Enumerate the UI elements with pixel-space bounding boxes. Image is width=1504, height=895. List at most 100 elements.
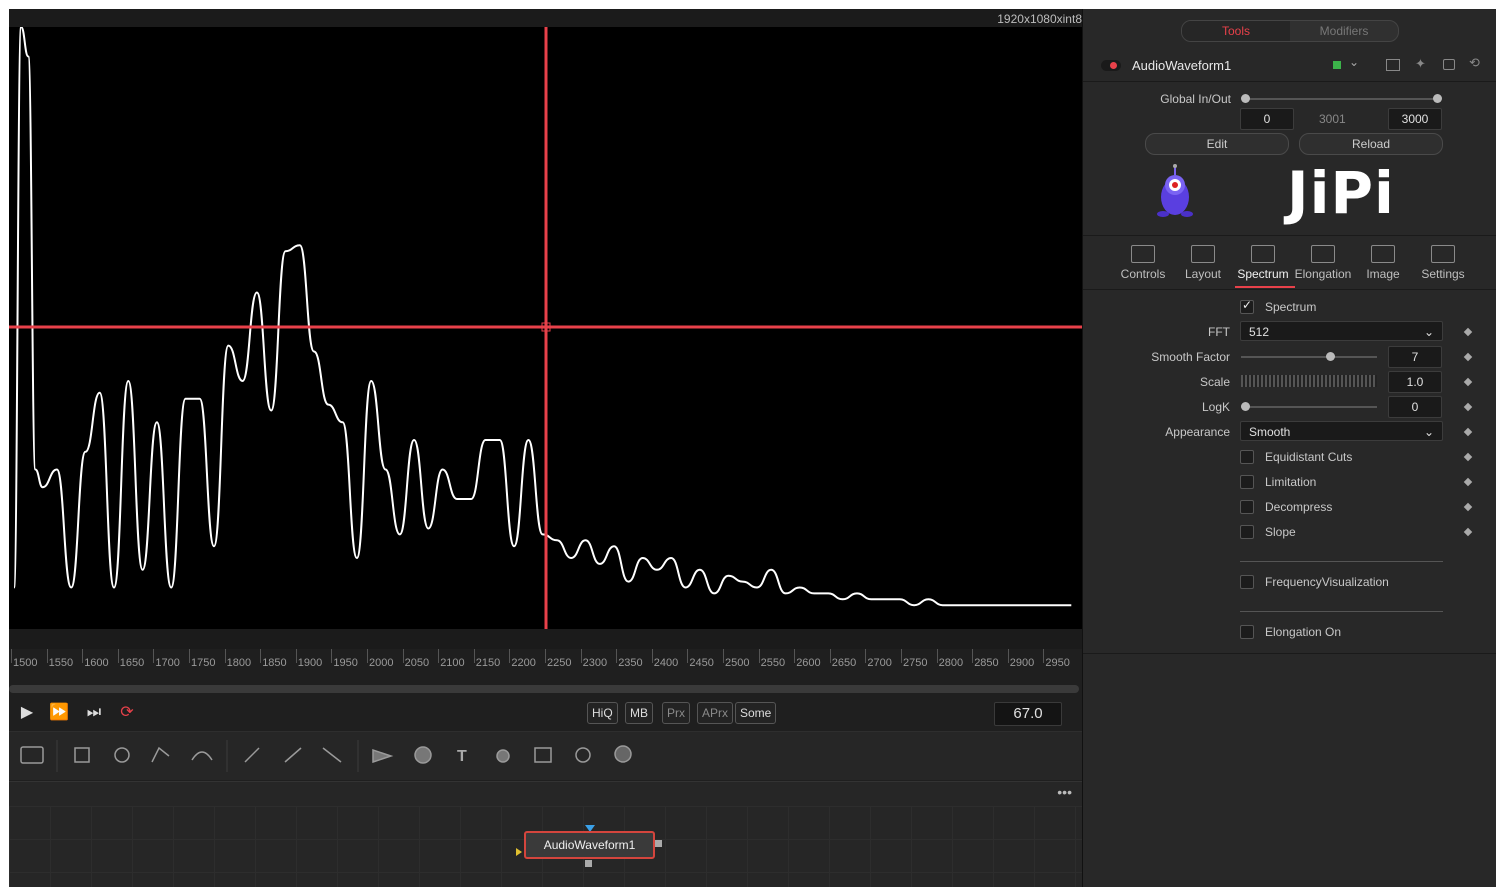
keyframe-diamond-icon[interactable] bbox=[1463, 377, 1473, 387]
logk-slider[interactable] bbox=[1241, 406, 1377, 408]
ruler-tick bbox=[295, 649, 297, 663]
tool-toolbar: T bbox=[9, 731, 1082, 780]
tab-modifiers[interactable]: Modifiers bbox=[1290, 21, 1398, 41]
more-options-icon[interactable]: ••• bbox=[1057, 784, 1072, 800]
smooth-factor-field[interactable]: 7 bbox=[1388, 346, 1442, 368]
quality-button-prx[interactable]: Prx bbox=[662, 702, 690, 724]
keyframe-diamond-icon[interactable] bbox=[1463, 427, 1473, 437]
keyframe-diamond-icon[interactable] bbox=[1463, 327, 1473, 337]
slope-checkbox[interactable] bbox=[1240, 525, 1254, 539]
keyframe-diamond-icon[interactable] bbox=[1463, 402, 1473, 412]
spectrum-checkbox[interactable]: ✓ bbox=[1240, 298, 1254, 314]
reset-icon[interactable]: ⟲ bbox=[1469, 55, 1480, 71]
tab-spectrum[interactable]: Spectrum bbox=[1233, 241, 1293, 289]
ruler-tick bbox=[580, 649, 582, 663]
loop-icon[interactable]: ⟳ bbox=[117, 704, 137, 722]
checkbox-label: Limitation bbox=[1265, 475, 1317, 489]
appearance-value: Smooth bbox=[1249, 425, 1291, 439]
ruler-tick bbox=[1007, 649, 1009, 663]
keyframe-diamond-icon[interactable] bbox=[1463, 452, 1473, 462]
versions-icon[interactable] bbox=[1386, 59, 1400, 71]
global-inout-slider[interactable] bbox=[1245, 98, 1438, 100]
keyframe-diamond-icon[interactable] bbox=[1463, 527, 1473, 537]
global-duration: 3001 bbox=[1319, 112, 1346, 126]
tab-settings[interactable]: Settings bbox=[1413, 241, 1473, 289]
ruler-tick bbox=[758, 649, 760, 663]
tab-label: Image bbox=[1366, 267, 1400, 281]
ruler-tick-label: 2900 bbox=[1009, 657, 1035, 669]
chevron-down-icon[interactable]: ⌄ bbox=[1349, 55, 1359, 69]
viewer-canvas[interactable] bbox=[9, 25, 1082, 629]
polygon-mask-icon bbox=[151, 746, 170, 763]
quality-button-hiq[interactable]: HiQ bbox=[587, 702, 618, 724]
scale-thumbwheel[interactable] bbox=[1241, 375, 1377, 387]
checkbox-label: Decompress bbox=[1265, 500, 1333, 514]
tab-tools[interactable]: Tools bbox=[1182, 21, 1290, 41]
keyframe-diamond-icon[interactable] bbox=[1463, 352, 1473, 362]
global-in-knob[interactable] bbox=[1241, 94, 1250, 103]
appearance-label: Appearance bbox=[1165, 425, 1230, 439]
light3d-icon bbox=[575, 747, 591, 763]
equidistant-cuts-checkbox[interactable] bbox=[1240, 450, 1254, 464]
elongation-tab-icon bbox=[1311, 245, 1335, 263]
global-out-knob[interactable] bbox=[1433, 94, 1442, 103]
ruler-tick-label: 2050 bbox=[404, 657, 430, 669]
appearance-select[interactable]: Smooth ⌄ bbox=[1240, 421, 1443, 441]
fast-forward-icon[interactable]: ⏩ bbox=[49, 704, 69, 722]
time-scrubber[interactable] bbox=[9, 685, 1079, 693]
tab-controls[interactable]: Controls bbox=[1113, 241, 1173, 289]
ruler-tick bbox=[509, 649, 511, 663]
pin-icon[interactable]: ✦ bbox=[1415, 56, 1426, 72]
node-toggle[interactable] bbox=[1101, 60, 1121, 71]
edit-button[interactable]: Edit bbox=[1145, 133, 1289, 155]
flow-area[interactable]: AudioWaveform1 bbox=[9, 806, 1082, 887]
reload-button[interactable]: Reload bbox=[1299, 133, 1443, 155]
tab-layout[interactable]: Layout bbox=[1173, 241, 1233, 289]
elongation-on-checkbox[interactable] bbox=[1240, 625, 1254, 639]
ruler-tick-label: 2650 bbox=[831, 657, 857, 669]
spectrum-plot bbox=[9, 25, 1082, 629]
quality-button-mb[interactable]: MB bbox=[625, 702, 653, 724]
lock-icon[interactable] bbox=[1443, 59, 1455, 70]
flow-node[interactable]: AudioWaveform1 bbox=[524, 831, 655, 859]
ruler-tick bbox=[224, 649, 226, 663]
current-frame-field[interactable]: 67.0 bbox=[994, 702, 1062, 726]
node-color-swatch[interactable] bbox=[1333, 61, 1341, 69]
global-out-field[interactable]: 3000 bbox=[1388, 108, 1442, 130]
fft-select[interactable]: 512 ⌄ bbox=[1240, 321, 1443, 341]
play-icon[interactable]: ▶ bbox=[17, 704, 37, 722]
ruler-tick-label: 1650 bbox=[119, 657, 145, 669]
bspline-mask-icon bbox=[191, 751, 213, 761]
smooth-factor-slider[interactable] bbox=[1241, 356, 1377, 358]
fft-value: 512 bbox=[1249, 325, 1270, 339]
node-effect-mask-icon[interactable] bbox=[585, 860, 592, 867]
scale-label: Scale bbox=[1199, 375, 1230, 389]
time-ruler[interactable]: 1500 1550 1600 1650 1700 1750 1800 1850 1900 1950… bbox=[9, 649, 1082, 679]
tab-elongation[interactable]: Elongation bbox=[1293, 241, 1353, 289]
ruler-tick bbox=[1043, 649, 1045, 663]
node-mask-input-icon[interactable] bbox=[516, 848, 522, 856]
ruler-tick bbox=[936, 649, 938, 663]
decompress-checkbox[interactable] bbox=[1240, 500, 1254, 514]
alien-mascot-icon bbox=[1157, 164, 1193, 217]
keyframe-diamond-icon[interactable] bbox=[1463, 502, 1473, 512]
limitation-checkbox[interactable] bbox=[1240, 475, 1254, 489]
global-in-field[interactable]: 0 bbox=[1240, 108, 1294, 130]
inspector-panel: Tools Modifiers AudioWaveform1 ⌄ ✦ ⟲ Glo… bbox=[1082, 9, 1496, 887]
ruler-tick-label: 2400 bbox=[653, 657, 679, 669]
skip-to-end-icon[interactable]: ⏭ bbox=[84, 704, 104, 722]
frequency-visualization-checkbox[interactable] bbox=[1240, 575, 1254, 589]
logk-field[interactable]: 0 bbox=[1388, 396, 1442, 418]
background-tool-icon bbox=[20, 746, 44, 764]
logk-knob[interactable] bbox=[1241, 402, 1250, 411]
scale-field[interactable]: 1.0 bbox=[1388, 371, 1442, 393]
quality-button-some[interactable]: Some bbox=[735, 702, 777, 724]
keyframe-diamond-icon[interactable] bbox=[1463, 477, 1473, 487]
quality-button-aprx[interactable]: APrx bbox=[697, 702, 734, 724]
tab-label: Layout bbox=[1184, 267, 1222, 281]
smooth-factor-knob[interactable] bbox=[1326, 352, 1335, 361]
node-output-icon[interactable] bbox=[655, 840, 662, 847]
ruler-tick bbox=[189, 649, 190, 663]
tab-label: Settings bbox=[1421, 267, 1465, 281]
tab-image[interactable]: Image bbox=[1353, 241, 1413, 289]
